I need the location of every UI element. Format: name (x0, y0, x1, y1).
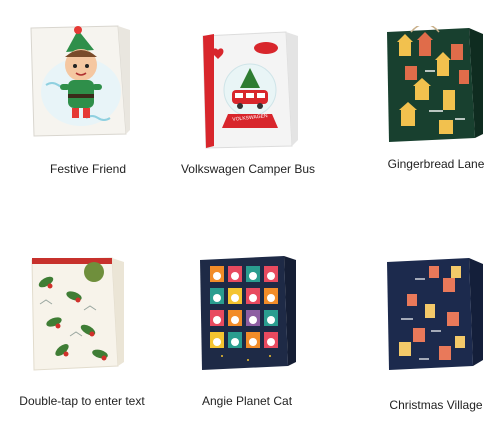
festive-friend-bag-image (30, 25, 130, 137)
holly-bag-image (31, 257, 124, 371)
planet-cat-bag-image (200, 256, 296, 370)
product-card-double-tap[interactable]: Double-tap to enter text (18, 246, 158, 416)
product-label: Angie Planet Cat (201, 394, 293, 408)
product-card-festive-friend[interactable]: Festive Friend (18, 20, 158, 180)
product-label: Volkswagen Camper Bus (180, 162, 316, 176)
product-label: Festive Friend (49, 162, 127, 176)
product-label: Christmas Village (389, 398, 483, 412)
gingerbread-bag-image (387, 26, 483, 142)
xmas-village-bag-image (387, 258, 483, 370)
product-card-planet-cat[interactable]: Angie Planet Cat (178, 246, 318, 416)
product-card-vw-camper[interactable]: VOLKSWAGEN Volkswagen Camper Bus (178, 20, 318, 180)
vw-camper-bag-image (202, 31, 298, 149)
product-label: Gingerbread Lane (387, 157, 485, 171)
product-card-xmas-village[interactable]: Christmas Village (345, 246, 495, 416)
product-label: Double-tap to enter text (19, 394, 145, 408)
product-card-gingerbread[interactable]: Gingerbread Lane (345, 20, 495, 180)
